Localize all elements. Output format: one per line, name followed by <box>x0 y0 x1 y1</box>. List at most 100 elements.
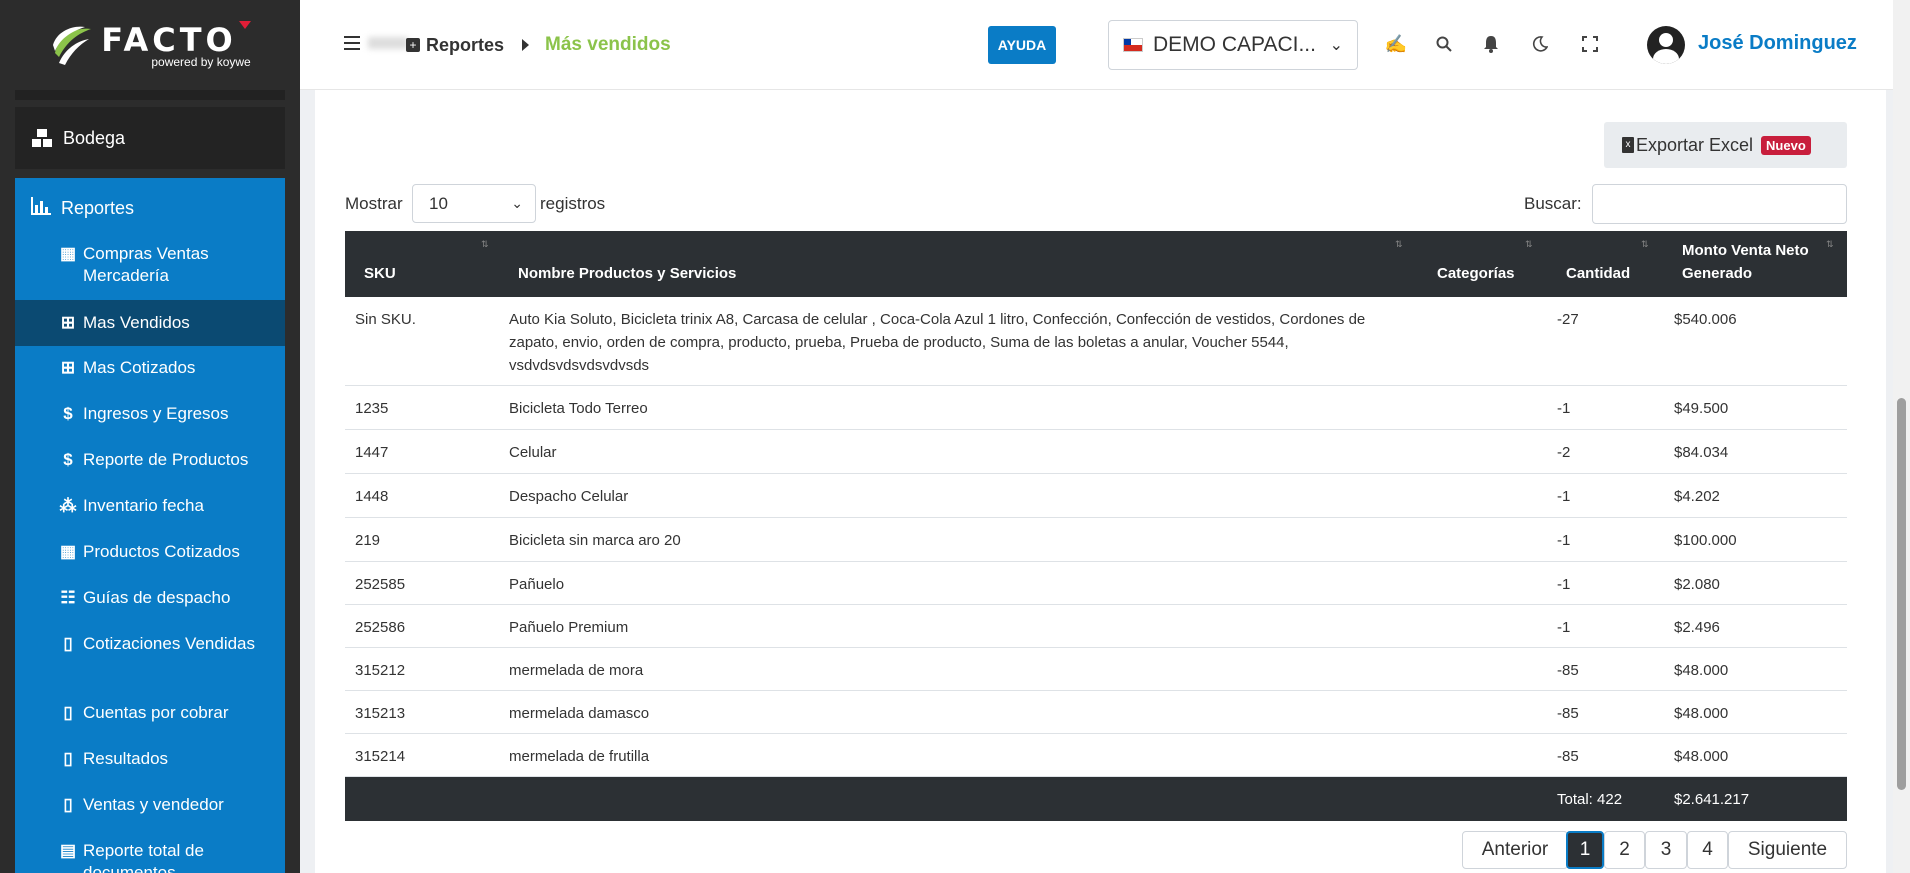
cell-quantity: -2 <box>1557 444 1571 461</box>
sidebar: FACTO powered by koywe Bodega Reportes ▦… <box>0 0 300 873</box>
cell-amount: $84.034 <box>1674 444 1729 461</box>
cell-name: Auto Kia Soluto, Bicicleta trinix A8, Ca… <box>509 311 1366 374</box>
cell-name: mermelada de frutilla <box>509 748 650 765</box>
sidebar-item-label: Reporte total de documentos <box>83 841 204 873</box>
caret-right-icon <box>522 39 530 51</box>
cell-name: Despacho Celular <box>509 488 629 505</box>
pagination-prev[interactable]: Anterior <box>1462 831 1568 869</box>
col-name[interactable]: Nombre Productos y Servicios <box>518 262 736 285</box>
cell-sku: 315212 <box>355 662 406 679</box>
pagination-page-4[interactable]: 4 <box>1687 831 1728 869</box>
chart-bar-icon <box>31 197 51 215</box>
table-row: 1235 Bicicleta Todo Terreo -1 $49.500 <box>345 386 1847 430</box>
sidebar-item-reporte-productos[interactable]: $ Reporte de Productos <box>15 449 285 471</box>
sidebar-item-mas-vendidos[interactable]: ⊞ Mas Vendidos <box>15 300 285 346</box>
cell-quantity: -1 <box>1557 400 1571 417</box>
cell-name: Bicicleta sin marca aro 20 <box>509 532 681 549</box>
pagination-next[interactable]: Siguiente <box>1728 831 1847 869</box>
sidebar-item-guias-despacho[interactable]: ☷ Guías de despacho <box>15 587 285 609</box>
cell-quantity: -1 <box>1557 488 1571 505</box>
export-excel-button[interactable]: x Exportar Excel Nuevo <box>1604 122 1847 168</box>
cell-amount: $49.500 <box>1674 400 1729 417</box>
cell-amount: $48.000 <box>1674 705 1729 722</box>
cell-name: Pañuelo <box>509 576 565 593</box>
sidebar-item-ingresos-egresos[interactable]: $ Ingresos y Egresos <box>15 403 285 425</box>
page-size-value: 10 <box>429 193 448 213</box>
sidebar-item-mas-cotizados[interactable]: ⊞ Mas Cotizados <box>15 357 285 379</box>
sidebar-item-resultados[interactable]: ▯ Resultados <box>15 748 285 770</box>
cell-sku: 1448 <box>355 488 389 505</box>
sidebar-item-ventas-vendedor[interactable]: ▯ Ventas y vendedor <box>15 794 285 816</box>
search-input[interactable] <box>1592 184 1847 224</box>
sidebar-reportes-group: Reportes ▦ Compras Ventas Mercadería ⊞ M… <box>15 178 285 873</box>
pagination-page-1[interactable]: 1 <box>1566 831 1604 869</box>
pagination-page-2[interactable]: 2 <box>1604 831 1645 869</box>
cell-quantity: -1 <box>1557 619 1571 636</box>
breadcrumb-current: Más vendidos <box>545 34 671 55</box>
table-row: Sin SKU. Auto Kia Soluto, Bicicleta trini… <box>345 297 1847 386</box>
table-row: 252585 Pañuelo -1 $2.080 <box>345 562 1847 605</box>
logo-triangle-icon <box>238 21 251 29</box>
moon-icon[interactable] <box>1529 33 1551 55</box>
cell-amount: $48.000 <box>1674 662 1729 679</box>
avatar[interactable] <box>1647 26 1685 64</box>
search-icon[interactable] <box>1433 33 1455 55</box>
col-category[interactable]: Categorías <box>1437 262 1515 285</box>
sidebar-item-compras-ventas[interactable]: ▦ Compras Ventas Mercadería <box>15 243 285 287</box>
page-size-select[interactable]: 10 ⌄ <box>412 184 536 223</box>
cell-sku: 315214 <box>355 748 406 765</box>
chile-flag-icon <box>1123 38 1143 52</box>
breadcrumb-parent[interactable]: Reportes <box>426 35 504 56</box>
calculator-icon: ▦ <box>59 542 77 561</box>
plus-square-icon: ⊞ <box>60 358 76 377</box>
cubes-icon <box>32 129 52 147</box>
user-name[interactable]: José Dominguez <box>1698 32 1857 55</box>
signature-icon[interactable]: ✍ <box>1385 33 1407 55</box>
menu-toggle-icon[interactable] <box>344 36 360 50</box>
help-button[interactable]: AYUDA <box>988 26 1056 64</box>
table-icon: ☷ <box>60 588 76 607</box>
cell-quantity: -85 <box>1557 705 1579 722</box>
table-row: 315213 mermelada damasco -85 $48.000 <box>345 691 1847 734</box>
cell-sku: 1235 <box>355 400 389 417</box>
sidebar-item-inventario-fecha[interactable]: ⁂ Inventario fecha <box>15 495 285 517</box>
table-row: 315212 mermelada de mora -85 $48.000 <box>345 648 1847 691</box>
scrollbar-thumb[interactable] <box>1897 398 1906 790</box>
total-amount: $2.641.217 <box>1674 791 1750 808</box>
company-select[interactable]: DEMO CAPACI... ⌄ <box>1108 20 1358 70</box>
sidebar-item-reporte-total[interactable]: ▤ Reporte total de documentos <box>15 840 285 873</box>
sidebar-item-productos-cotizados[interactable]: ▦ Productos Cotizados <box>15 541 285 563</box>
total-quantity: Total: 422 <box>1557 791 1623 808</box>
sidebar-item-label: Productos Cotizados <box>83 542 240 561</box>
facto-logo-icon <box>53 26 92 65</box>
dollar-icon: $ <box>63 404 73 423</box>
logo[interactable]: FACTO powered by koywe <box>0 0 300 90</box>
dollar-icon: $ <box>63 450 73 469</box>
cell-sku: 252586 <box>355 619 406 636</box>
sort-icon[interactable]: ⇅ <box>1826 239 1834 250</box>
fullscreen-icon[interactable] <box>1579 33 1601 55</box>
cell-sku: 1447 <box>355 444 389 461</box>
col-amount[interactable]: Monto Venta Neto Generado <box>1682 239 1832 285</box>
cell-amount: $48.000 <box>1674 748 1729 765</box>
table-header: SKU ⇅ Nombre Productos y Servicios ⇅ Cat… <box>345 231 1847 297</box>
sidebar-item-bodega[interactable]: Bodega <box>15 107 285 169</box>
sidebar-item-cuentas-cobrar[interactable]: ▯ Cuentas por cobrar <box>15 702 285 724</box>
col-qty[interactable]: Cantidad <box>1566 262 1630 285</box>
sort-icon[interactable]: ⇅ <box>1525 239 1533 250</box>
chevron-down-icon: ⌄ <box>511 195 523 211</box>
logo-brand: FACTO <box>101 21 237 59</box>
bell-icon[interactable] <box>1480 33 1502 55</box>
col-sku[interactable]: SKU <box>364 262 396 285</box>
pagination-page-3[interactable]: 3 <box>1645 831 1687 869</box>
sort-icon[interactable]: ⇅ <box>1641 239 1649 250</box>
sort-icon[interactable]: ⇅ <box>481 239 489 250</box>
sort-icon[interactable]: ⇅ <box>1395 239 1403 250</box>
scrollbar[interactable] <box>1893 0 1910 873</box>
sidebar-item-cotizaciones-vendidas[interactable]: ▯ Cotizaciones Vendidas <box>15 633 285 655</box>
sidebar-item-label: Bodega <box>63 127 126 148</box>
sidebar-item-reportes[interactable]: Reportes <box>15 197 285 219</box>
breadcrumb-blurred <box>368 37 408 49</box>
sidebar-item-label: Cotizaciones Vendidas <box>83 634 256 653</box>
sidebar-item-label: Cuentas por cobrar <box>83 703 229 722</box>
